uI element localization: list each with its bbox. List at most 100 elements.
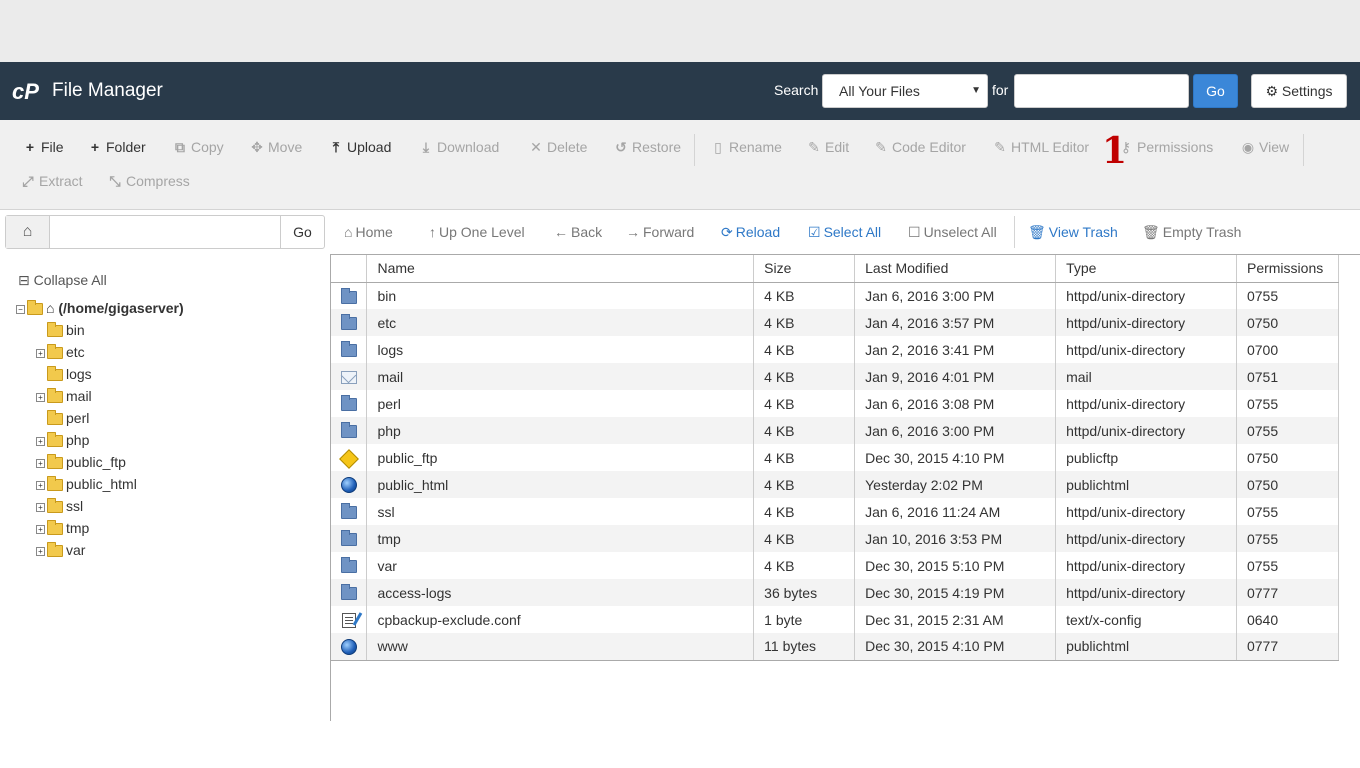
column-header-name[interactable]: Name [366, 255, 755, 283]
table-row[interactable]: ssl 4 KB Jan 6, 2016 11:24 AM httpd/unix-di… [331, 498, 1340, 525]
copy-button[interactable]: ⧉ Copy [172, 139, 224, 156]
cell-name: public_ftp [366, 444, 755, 471]
expand-toggle-icon[interactable]: + [36, 480, 45, 490]
table-row[interactable]: mail 4 KB Jan 9, 2016 4:01 PM mail 0751 [331, 363, 1340, 390]
cell-size: 4 KB [753, 417, 856, 444]
view-label: View [1259, 139, 1290, 155]
tree-item[interactable]: perl [36, 410, 89, 430]
table-row[interactable]: php 4 KB Jan 6, 2016 3:00 PM httpd/unix-dir… [331, 417, 1340, 444]
search-scope-select[interactable]: All Your Files ▼ [822, 74, 988, 108]
cell-type: publichtml [1055, 471, 1237, 498]
new-folder-button[interactable]: + Folder [87, 139, 146, 155]
column-header-size[interactable]: Size [753, 255, 856, 283]
column-header-type[interactable]: Type [1055, 255, 1237, 283]
table-row[interactable]: public_ftp 4 KB Dec 30, 2015 4:10 PM public… [331, 444, 1340, 471]
delete-button[interactable]: ✕ Delete [528, 139, 587, 156]
tree-item[interactable]: bin [36, 322, 85, 342]
back-button[interactable]: ← Back [554, 224, 602, 240]
table-row[interactable]: access-logs 36 bytes Dec 30, 2015 4:19 PM h… [331, 579, 1340, 606]
table-row[interactable]: var 4 KB Dec 30, 2015 5:10 PM httpd/unix-di… [331, 552, 1340, 579]
expand-toggle-icon[interactable]: + [36, 502, 45, 512]
tree-item[interactable]: logs [36, 366, 92, 386]
view-trash-button[interactable]: 🗑 View Trash [1028, 224, 1118, 241]
folder-icon [340, 503, 357, 520]
key-icon: ⚷ [1120, 139, 1132, 155]
reload-button[interactable]: ⟳ Reload [721, 224, 780, 241]
folder-icon [47, 520, 63, 536]
tree-item-label: mail [66, 388, 92, 404]
cell-name: tmp [366, 525, 755, 552]
path-input[interactable] [50, 216, 280, 248]
expand-toggle-icon[interactable]: + [36, 458, 45, 468]
tree-item[interactable]: + ssl [36, 498, 83, 518]
upload-label: Upload [347, 139, 392, 155]
upload-button[interactable]: ⤒ Upload [328, 139, 391, 156]
table-row[interactable]: logs 4 KB Jan 2, 2016 3:41 PM httpd/unix-di… [331, 336, 1340, 363]
cell-size: 4 KB [753, 282, 856, 309]
table-row[interactable]: perl 4 KB Jan 6, 2016 3:08 PM httpd/unix-di… [331, 390, 1340, 417]
table-row[interactable]: etc 4 KB Jan 4, 2016 3:57 PM httpd/unix-dir… [331, 309, 1340, 336]
checkbox-checked-icon: ☑ [808, 224, 821, 240]
table-row[interactable]: www 11 bytes Dec 30, 2015 4:10 PM publichtm… [331, 633, 1340, 661]
path-go-button[interactable]: Go [280, 216, 324, 248]
column-header-permissions[interactable]: Permissions [1236, 255, 1340, 283]
cell-last-modified: Dec 31, 2015 2:31 AM [854, 606, 1057, 633]
select-all-button[interactable]: ☑ Select All [808, 224, 881, 241]
up-one-level-button[interactable]: ↑ Up One Level [429, 224, 525, 240]
copy-label: Copy [191, 139, 224, 155]
table-row[interactable]: bin 4 KB Jan 6, 2016 3:00 PM httpd/unix-dir… [331, 282, 1340, 309]
search-go-button[interactable]: Go [1193, 74, 1238, 108]
tree-item[interactable]: + etc [36, 344, 85, 364]
table-row[interactable]: cpbackup-exclude.conf 1 byte Dec 31, 2015 … [331, 606, 1340, 633]
expand-toggle-icon[interactable]: + [36, 392, 45, 402]
permissions-button[interactable]: ⚷ Permissions [1118, 139, 1213, 156]
column-header-last-modified[interactable]: Last Modified [854, 255, 1057, 283]
expand-arrows-icon: ⤢ [22, 173, 34, 189]
close-icon: ✕ [530, 139, 542, 155]
forward-button[interactable]: → Forward [626, 224, 694, 240]
search-input[interactable] [1014, 74, 1189, 108]
pencil-icon: ✎ [808, 139, 820, 155]
edit-button[interactable]: ✎ Edit [806, 139, 849, 156]
tree-item[interactable]: + var [36, 542, 85, 562]
tree-item[interactable]: + php [36, 432, 89, 452]
expand-toggle-icon[interactable]: + [36, 524, 45, 534]
download-button[interactable]: ⤓ Download [418, 139, 499, 156]
tree-item[interactable]: + public_ftp [36, 454, 126, 474]
cell-size: 4 KB [753, 309, 856, 336]
expand-toggle-icon[interactable]: + [36, 348, 45, 358]
table-row[interactable]: public_html 4 KB Yesterday 2:02 PM publicht… [331, 471, 1340, 498]
refresh-icon: ⟳ [721, 224, 733, 240]
settings-button[interactable]: ⚙ Settings [1251, 74, 1347, 108]
expand-toggle-icon[interactable]: + [36, 546, 45, 556]
new-file-button[interactable]: + File [22, 139, 64, 155]
collapse-toggle-icon[interactable]: − [16, 304, 25, 314]
code-editor-button[interactable]: ✎ Code Editor [873, 139, 966, 156]
tree-root[interactable]: − ⌂ (/home/gigaserver) [16, 300, 184, 320]
expand-toggle-icon[interactable]: + [36, 436, 45, 446]
compress-button[interactable]: ⤡ Compress [107, 173, 189, 190]
tree-item[interactable]: + mail [36, 388, 92, 408]
cell-name: php [366, 417, 755, 444]
cell-name: var [366, 552, 755, 579]
nav-home-button[interactable]: ⌂ Home [344, 224, 393, 240]
open-folder-icon [27, 300, 43, 316]
restore-button[interactable]: ↺ Restore [613, 139, 681, 156]
tree-item[interactable]: + tmp [36, 520, 89, 540]
home-icon[interactable]: ⌂ [6, 216, 50, 248]
collapse-all-button[interactable]: ⊟ Collapse All [18, 272, 107, 289]
folder-icon [47, 454, 63, 470]
extract-button[interactable]: ⤢ Extract [20, 173, 82, 190]
cell-size: 4 KB [753, 525, 856, 552]
rename-button[interactable]: ▯ Rename [710, 139, 782, 156]
unselect-all-button[interactable]: ☐ Unselect All [908, 224, 997, 241]
file-table: Name Size Last Modified Type Permissions… [331, 255, 1340, 661]
move-button[interactable]: ✥ Move [249, 139, 302, 156]
html-editor-button[interactable]: ✎ HTML Editor [992, 139, 1089, 156]
table-row[interactable]: tmp 4 KB Jan 10, 2016 3:53 PM httpd/unix-di… [331, 525, 1340, 552]
empty-trash-button[interactable]: 🗑 Empty Trash [1142, 224, 1241, 241]
view-button[interactable]: ◉ View [1240, 139, 1289, 156]
app-title: File Manager [52, 80, 163, 101]
code-editor-label: Code Editor [892, 139, 966, 155]
tree-item[interactable]: + public_html [36, 476, 137, 496]
